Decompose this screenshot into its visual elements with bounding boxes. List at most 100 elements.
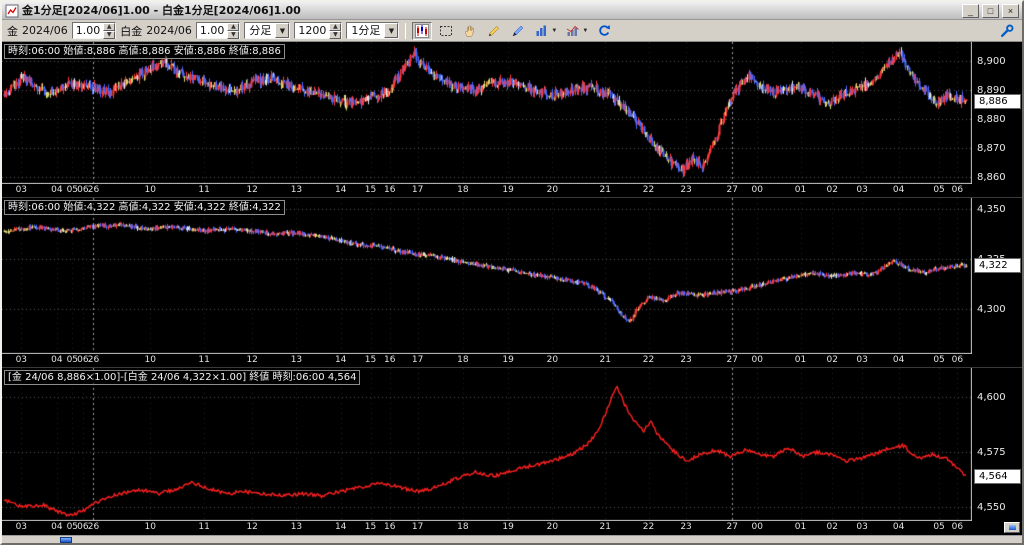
x-tick-label: 18 — [457, 355, 468, 366]
bar-type-value: 分足 — [245, 23, 275, 38]
x-tick-label: 17 — [412, 355, 423, 366]
x-tick-label: 22 — [643, 185, 654, 196]
x-tick-label: 05 — [933, 185, 944, 196]
x-tick-label: 06 — [952, 522, 963, 533]
close-button[interactable]: × — [1002, 4, 1019, 18]
pencil-tool-button[interactable] — [484, 22, 504, 40]
x-tick-label: 03 — [856, 355, 867, 366]
x-tick-label: 14 — [335, 522, 346, 533]
x-tick-label: 18 — [457, 522, 468, 533]
gold-ratio-down-button[interactable]: ▼ — [103, 31, 115, 39]
platinum-ratio-value: 1.00 — [197, 23, 228, 38]
x-tick-label: 19 — [502, 522, 513, 533]
x-tick-label: 06 — [952, 355, 963, 366]
x-tick-label: 11 — [198, 522, 209, 533]
x-tick-label: 13 — [291, 185, 302, 196]
corner-button[interactable] — [1004, 522, 1020, 533]
x-tick-label: 26 — [88, 185, 99, 196]
x-tick-label: 16 — [384, 522, 395, 533]
platinum-ratio-spinner[interactable]: 1.00 ▲▼ — [196, 22, 241, 39]
bar-count-up-button[interactable]: ▲ — [329, 23, 341, 31]
x-tick-label: 14 — [335, 355, 346, 366]
x-tick-label: 01 — [795, 522, 806, 533]
refresh-button[interactable] — [594, 22, 614, 40]
gold-ratio-spinner[interactable]: 1.00 ▲▼ — [72, 22, 117, 39]
gold-ratio-up-button[interactable]: ▲ — [103, 23, 115, 31]
x-tick-label: 26 — [88, 355, 99, 366]
x-tick-label: 05 — [933, 355, 944, 366]
x-tick-label: 20 — [547, 522, 558, 533]
x-tick-label: 05 — [933, 522, 944, 533]
x-tick-label: 02 — [827, 185, 838, 196]
spread-chart-canvas[interactable] — [2, 368, 972, 521]
x-tick-label: 06 — [952, 185, 963, 196]
spread-chart-panel: [金 24/06 8,886×1.00]-[白金 24/06 4,322×1.0… — [2, 368, 1022, 534]
x-tick-label: 03 — [16, 522, 27, 533]
x-tick-label: 00 — [752, 355, 763, 366]
bar-count-value: 1200 — [295, 23, 329, 38]
x-tick-label: 04 — [51, 185, 62, 196]
chevron-down-icon: ▼ — [551, 28, 557, 34]
chevron-down-icon[interactable]: ▼ — [384, 23, 398, 38]
gold-price-scale: 8,9008,8908,8808,8708,860 — [972, 42, 1022, 184]
select-region-tool-button[interactable] — [436, 22, 456, 40]
gold-time-axis: 0304050626101112131415161718192021222327… — [2, 184, 972, 197]
y-tick-label: 4,600 — [977, 392, 1006, 403]
marker-icon — [510, 23, 526, 39]
minimize-button[interactable]: _ — [962, 4, 979, 18]
x-tick-label: 26 — [88, 522, 99, 533]
platinum-ratio-up-button[interactable]: ▲ — [227, 23, 239, 31]
gold-label: 金 — [7, 23, 18, 39]
x-tick-label: 23 — [680, 522, 691, 533]
spread-info: [金 24/06 8,886×1.00]-[白金 24/06 4,322×1.0… — [4, 370, 360, 385]
x-tick-label: 15 — [365, 522, 376, 533]
x-tick-label: 10 — [144, 185, 155, 196]
histogram-menu-button[interactable]: ▼ — [563, 22, 590, 40]
x-tick-label: 15 — [365, 355, 376, 366]
platinum-ratio-down-button[interactable]: ▼ — [227, 31, 239, 39]
pencil-icon — [486, 23, 502, 39]
x-tick-label: 15 — [365, 185, 376, 196]
platinum-chart-panel: 時刻:06:00 始値:4,322 高値:4,322 安値:4,322 終値:4… — [2, 198, 1022, 368]
x-tick-label: 21 — [600, 185, 611, 196]
x-tick-label: 17 — [412, 185, 423, 196]
y-tick-label: 8,860 — [977, 172, 1006, 183]
y-tick-label: 4,575 — [977, 447, 1006, 458]
y-tick-label: 4,300 — [977, 304, 1006, 315]
platinum-chart-canvas[interactable] — [2, 198, 972, 354]
x-tick-label: 23 — [680, 185, 691, 196]
bar-count-down-button[interactable]: ▼ — [329, 31, 341, 39]
marker-tool-button[interactable] — [508, 22, 528, 40]
bar-type-dropdown[interactable]: 分足 ▼ — [244, 22, 290, 39]
interval-dropdown[interactable]: 1分足 ▼ — [346, 22, 399, 39]
hand-tool-button[interactable] — [460, 22, 480, 40]
platinum-month-label: 2024/06 — [146, 24, 192, 37]
x-tick-label: 00 — [752, 522, 763, 533]
settings-button[interactable] — [997, 22, 1017, 40]
x-tick-label: 10 — [144, 355, 155, 366]
interval-value: 1分足 — [347, 23, 384, 38]
x-tick-label: 12 — [246, 355, 257, 366]
y-tick-label: 8,880 — [977, 114, 1006, 125]
gold-chart-canvas[interactable] — [2, 42, 972, 184]
x-tick-label: 03 — [856, 185, 867, 196]
gold-plot: 時刻:06:00 始値:8,886 高値:8,886 安値:8,886 終値:8… — [2, 42, 1022, 184]
spread-price-scale: 4,6004,5754,550 — [972, 368, 1022, 521]
x-tick-label: 18 — [457, 185, 468, 196]
spread-last-price-label: 4,564 — [974, 469, 1021, 484]
maximize-button[interactable]: □ — [982, 4, 999, 18]
toolbar-separator — [405, 23, 406, 39]
x-tick-label: 01 — [795, 355, 806, 366]
platinum-label: 白金 — [120, 23, 142, 39]
histogram-icon — [565, 23, 581, 39]
y-tick-label: 8,900 — [977, 56, 1006, 67]
bar-count-spinner[interactable]: 1200 ▲▼ — [294, 22, 342, 39]
y-tick-label: 8,870 — [977, 143, 1006, 154]
x-tick-label: 02 — [827, 522, 838, 533]
gold-month-label: 2024/06 — [22, 24, 68, 37]
candlestick-chart-tool-button[interactable] — [412, 22, 432, 40]
platinum-last-price-label: 4,322 — [974, 258, 1021, 273]
chevron-down-icon[interactable]: ▼ — [275, 23, 289, 38]
bar-chart-menu-button[interactable]: ▼ — [532, 22, 559, 40]
hand-icon — [462, 23, 478, 39]
